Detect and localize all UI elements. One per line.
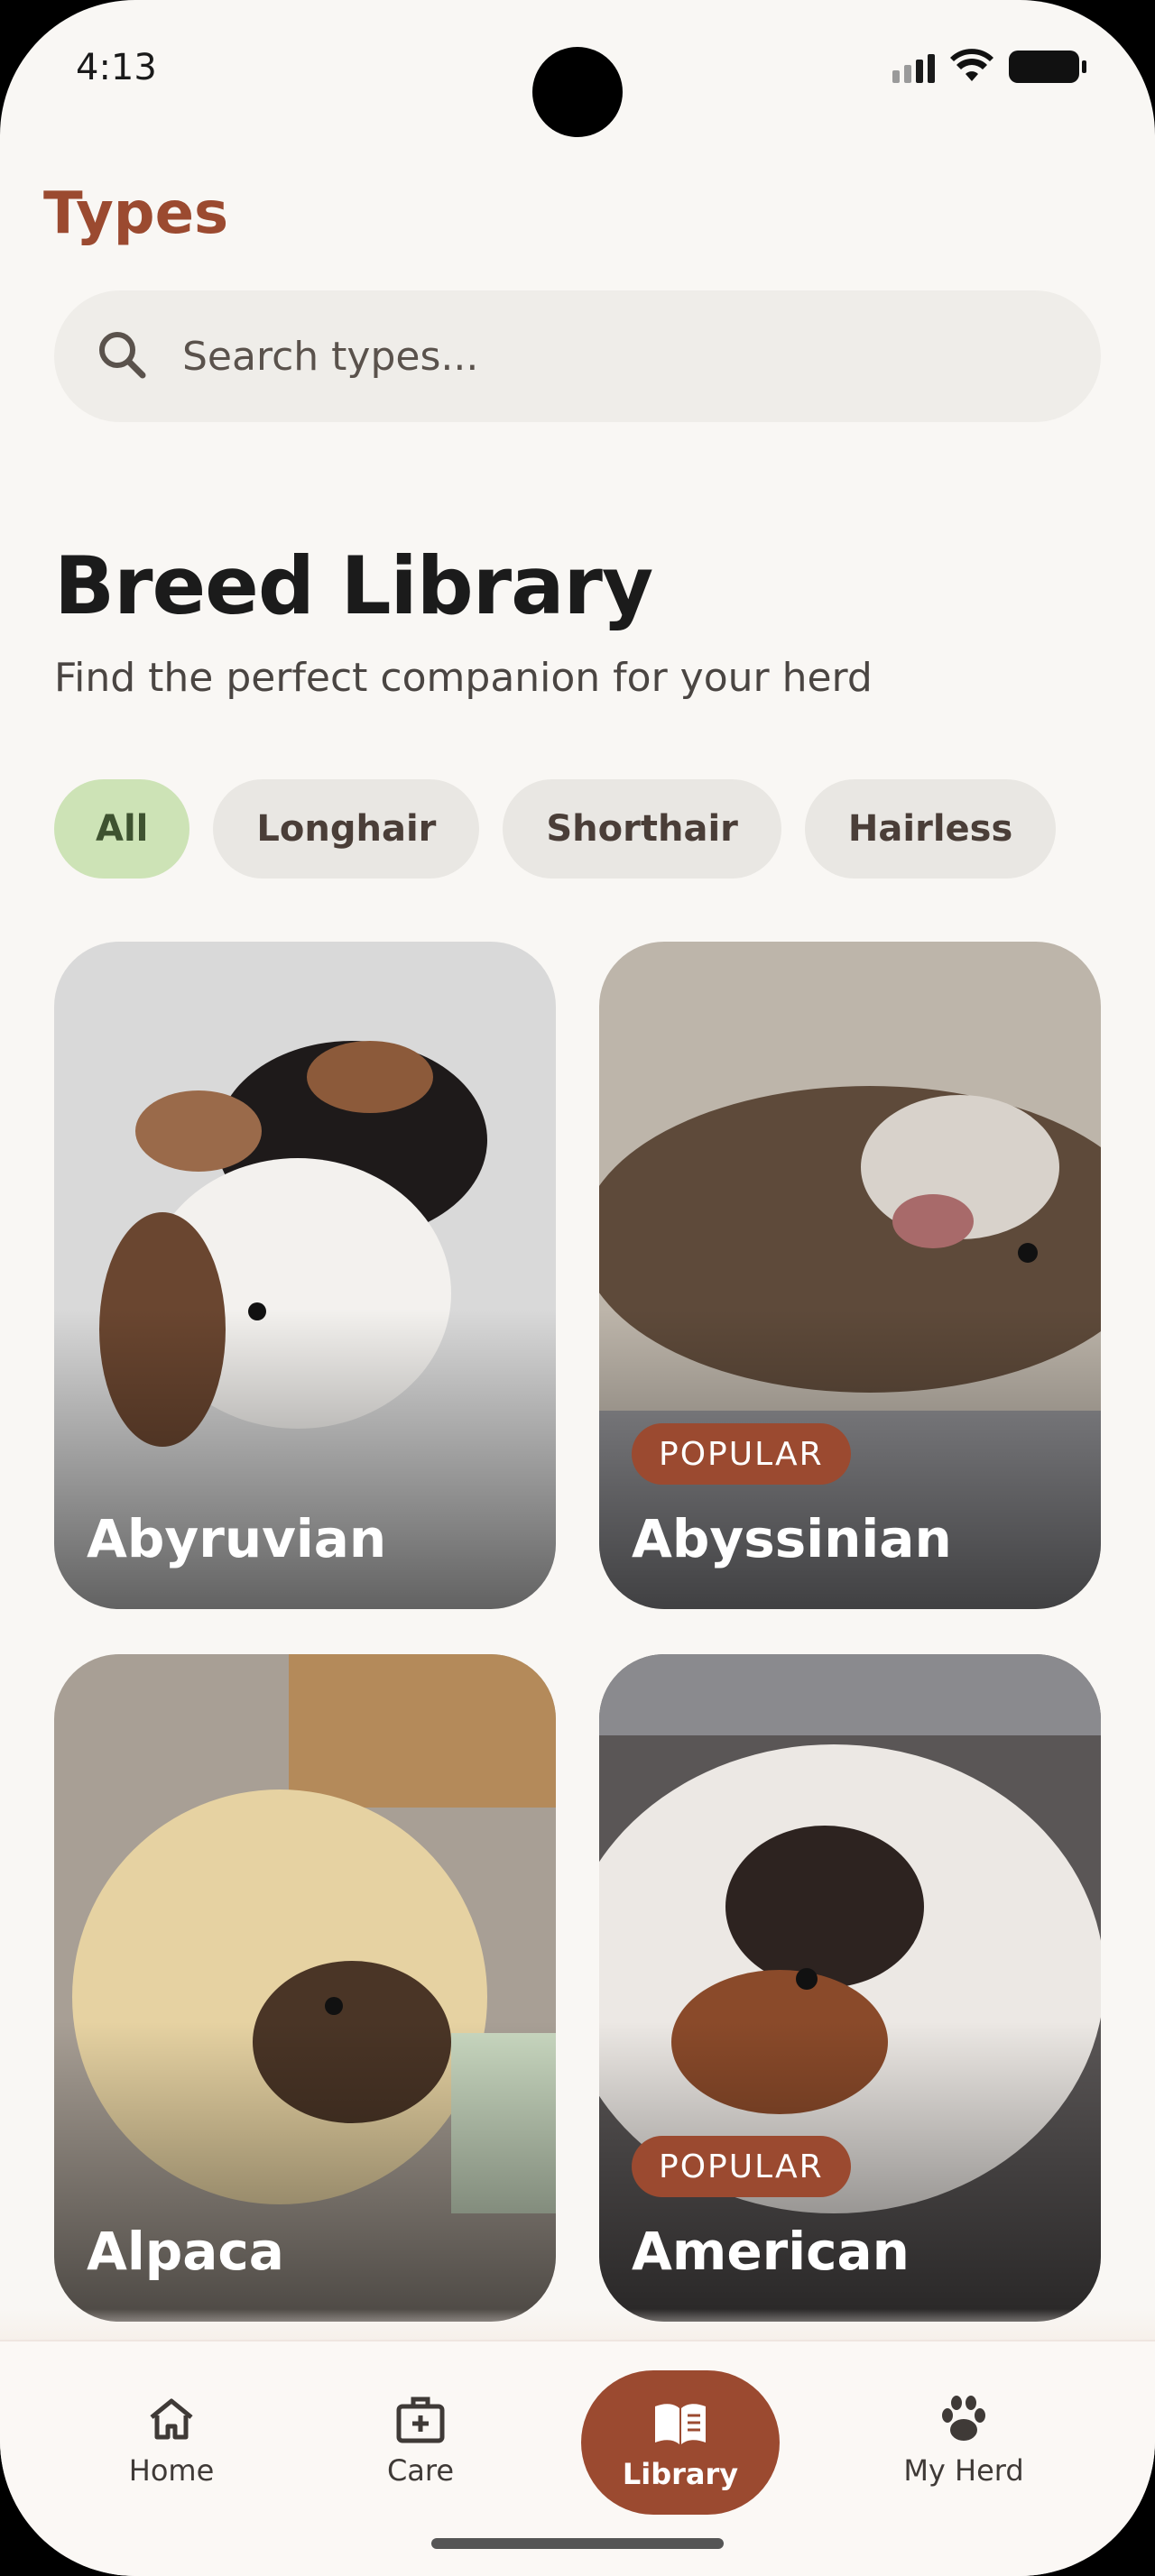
- home-indicator: [431, 2538, 724, 2549]
- breed-name: American: [632, 2221, 910, 2282]
- front-camera: [532, 47, 623, 137]
- breed-card-american[interactable]: POPULAR American: [599, 1654, 1101, 2322]
- paw-icon: [942, 2396, 985, 2441]
- breed-name: Alpaca: [87, 2221, 284, 2282]
- section-title: Breed Library: [54, 539, 653, 632]
- breed-card-alpaca[interactable]: Alpaca: [54, 1654, 556, 2322]
- book-icon: [655, 2404, 706, 2444]
- signal-icon: [892, 51, 935, 83]
- chip-longhair[interactable]: Longhair: [213, 779, 480, 879]
- search-input[interactable]: [182, 333, 994, 380]
- wifi-icon: [950, 49, 993, 81]
- medical-kit-icon: [396, 2397, 445, 2443]
- app-screen: 4:13 Types Breed Library Find the perfec…: [0, 0, 1155, 2576]
- section-subtitle: Find the perfect companion for your herd: [54, 655, 873, 701]
- popular-badge: POPULAR: [632, 1423, 851, 1485]
- status-time: 4:13: [76, 47, 157, 88]
- filter-chips: All Longhair Shorthair Hairless: [54, 779, 1057, 879]
- chip-shorthair[interactable]: Shorthair: [503, 779, 781, 879]
- popular-badge: POPULAR: [632, 2136, 851, 2197]
- nav-label: My Herd: [903, 2453, 1024, 2488]
- search-icon: [99, 332, 146, 379]
- home-icon: [150, 2398, 193, 2440]
- chip-hairless[interactable]: Hairless: [804, 779, 1057, 879]
- page-title: Types: [43, 180, 229, 247]
- chip-all[interactable]: All: [54, 779, 190, 879]
- nav-label: Care: [386, 2453, 455, 2488]
- nav-library[interactable]: Library: [581, 2370, 780, 2515]
- breed-name: Abyruvian: [87, 1508, 387, 1569]
- nav-my-herd[interactable]: My Herd: [864, 2390, 1063, 2488]
- nav-care[interactable]: Care: [321, 2390, 520, 2488]
- breed-name: Abyssinian: [632, 1508, 952, 1569]
- breed-card-abyruvian[interactable]: Abyruvian: [54, 942, 556, 1609]
- nav-label: Library: [622, 2457, 739, 2491]
- nav-label: Home: [128, 2453, 215, 2488]
- battery-icon: [1009, 51, 1086, 83]
- breed-card-abyssinian[interactable]: POPULAR Abyssinian: [599, 942, 1101, 1609]
- nav-home[interactable]: Home: [72, 2390, 271, 2488]
- status-icons: [892, 49, 1086, 85]
- search-bar[interactable]: [54, 290, 1101, 422]
